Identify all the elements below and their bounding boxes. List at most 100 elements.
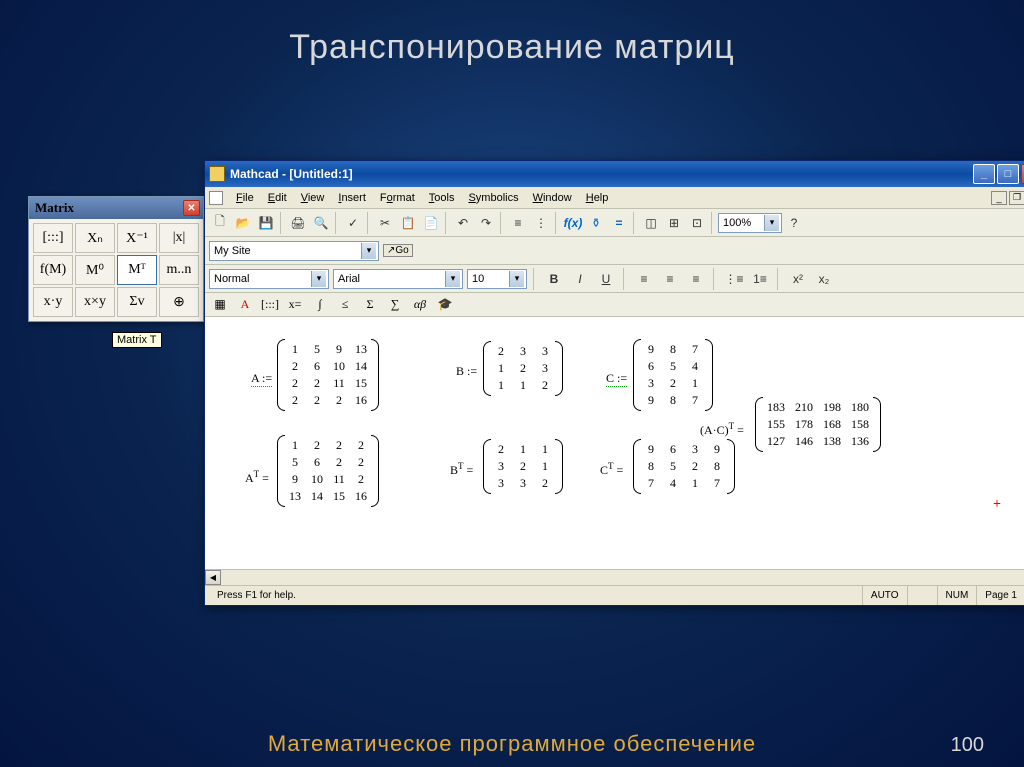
matrix-BT[interactable]: 211321332 xyxy=(483,439,563,494)
italic-button[interactable]: I xyxy=(569,268,591,290)
matrix-toolbox-window: Matrix ✕ [:::] Xₙ X⁻¹ |x| f(M) M⁰ Mᵀ m..… xyxy=(28,196,204,322)
menu-symbolics[interactable]: Symbolics xyxy=(461,190,525,206)
undo-button[interactable]: ↶ xyxy=(452,212,474,234)
align-right-button[interactable]: ≡ xyxy=(685,268,707,290)
matrix-CT[interactable]: 963985287417 xyxy=(633,439,735,494)
subscript-fmt-button[interactable]: x₂ xyxy=(813,268,835,290)
titlebar[interactable]: Mathcad - [Untitled:1] _ □ ✕ xyxy=(205,161,1024,187)
copy-button[interactable]: 📋 xyxy=(397,212,419,234)
redo-button[interactable]: ↷ xyxy=(475,212,497,234)
minimize-button[interactable]: _ xyxy=(973,164,995,184)
sum-button[interactable]: Σv xyxy=(117,287,157,317)
go-button[interactable]: ↗Go xyxy=(383,244,413,257)
unit-button[interactable]: ⚱ xyxy=(585,212,607,234)
align-left-button[interactable]: ≡ xyxy=(633,268,655,290)
calculator-icon[interactable]: ▦ xyxy=(209,295,231,315)
matrix-AC[interactable]: 183210198180155178168158127146138136 xyxy=(755,397,881,452)
menu-tools[interactable]: Tools xyxy=(422,190,462,206)
symbolic-icon[interactable]: 🎓 xyxy=(434,295,456,315)
transpose-button[interactable]: Mᵀ xyxy=(117,255,157,285)
label-AT: AT = xyxy=(245,469,269,486)
status-auto: AUTO xyxy=(862,586,907,605)
matrix-toolbox-titlebar[interactable]: Matrix ✕ xyxy=(29,197,203,219)
menu-file[interactable]: File xyxy=(229,190,261,206)
prog-icon[interactable]: ∑ xyxy=(384,295,406,315)
mdi-minimize-button[interactable]: _ xyxy=(991,191,1007,205)
scroll-left-icon[interactable]: ◀ xyxy=(205,570,221,585)
help-button[interactable]: ? xyxy=(783,212,805,234)
matrix-toolbox-grid: [:::] Xₙ X⁻¹ |x| f(M) M⁰ Mᵀ m..n x·y x×y… xyxy=(29,219,203,321)
label-AC: (A·C)T = xyxy=(700,421,744,438)
preview-button[interactable]: 🔍 xyxy=(310,212,332,234)
inverse-button[interactable]: X⁻¹ xyxy=(117,223,157,253)
close-icon[interactable]: ✕ xyxy=(183,200,200,216)
slide-footer: Математическое программное обеспечение xyxy=(0,731,1024,757)
cut-button[interactable]: ✂ xyxy=(374,212,396,234)
site-combo[interactable]: My Site xyxy=(209,241,379,261)
align-button[interactable]: ≡ xyxy=(507,212,529,234)
matrix-B[interactable]: 233123112 xyxy=(483,341,563,396)
bullets-button[interactable]: ⋮≡ xyxy=(723,268,745,290)
matrix-toolbox-title: Matrix xyxy=(35,200,74,216)
matrix-A[interactable]: 1591326101422111522216 xyxy=(277,339,379,411)
vectorize-button[interactable]: f(M) xyxy=(33,255,73,285)
font-combo[interactable]: Arial xyxy=(333,269,463,289)
nav-toolbar: My Site ↗Go xyxy=(205,237,1024,265)
dot-product-button[interactable]: x·y xyxy=(33,287,73,317)
menu-view[interactable]: View xyxy=(294,190,332,206)
style-combo[interactable]: Normal xyxy=(209,269,329,289)
open-button[interactable]: 📂 xyxy=(232,212,254,234)
paste-button[interactable]: 📄 xyxy=(420,212,442,234)
column-button[interactable]: M⁰ xyxy=(75,255,115,285)
matrix-AT[interactable]: 1222562291011213141516 xyxy=(277,435,379,507)
horizontal-scrollbar[interactable]: ◀ ▶ xyxy=(205,569,1024,585)
worksheet[interactable]: A := 1591326101422111522216 B := 2331231… xyxy=(205,317,1024,569)
label-CT: CT = xyxy=(600,461,623,478)
bold-button[interactable]: B xyxy=(543,268,565,290)
menu-help[interactable]: Help xyxy=(579,190,616,206)
align-center-button[interactable]: ≡ xyxy=(659,268,681,290)
range-button[interactable]: m..n xyxy=(159,255,199,285)
menu-window[interactable]: Window xyxy=(526,190,579,206)
numbering-button[interactable]: 1≡ xyxy=(749,268,771,290)
menu-insert[interactable]: Insert xyxy=(331,190,373,206)
determinant-button[interactable]: |x| xyxy=(159,223,199,253)
status-help: Press F1 for help. xyxy=(209,586,862,605)
ref-button[interactable]: ⊡ xyxy=(686,212,708,234)
menu-format[interactable]: Format xyxy=(373,190,422,206)
size-combo[interactable]: 10 xyxy=(467,269,527,289)
calc3-icon[interactable]: Σ xyxy=(359,295,381,315)
matrix-icon[interactable]: [:::] xyxy=(259,295,281,315)
function-button[interactable]: f(x) xyxy=(562,212,584,234)
mdi-restore-button[interactable]: ❐ xyxy=(1009,191,1024,205)
status-num: NUM xyxy=(937,586,977,605)
greek-icon[interactable]: αβ xyxy=(409,295,431,315)
picture-button[interactable]: ⊕ xyxy=(159,287,199,317)
menu-edit[interactable]: Edit xyxy=(261,190,294,206)
superscript-button[interactable]: x² xyxy=(787,268,809,290)
maximize-button[interactable]: □ xyxy=(997,164,1019,184)
tooltip: Matrix T xyxy=(112,332,162,348)
print-button[interactable]: 🖨 xyxy=(287,212,309,234)
save-button[interactable]: 💾 xyxy=(255,212,277,234)
graph-icon[interactable]: A xyxy=(234,295,256,315)
cross-product-button[interactable]: x×y xyxy=(75,287,115,317)
label-C: C := xyxy=(606,371,627,387)
underline-button[interactable]: U xyxy=(595,268,617,290)
calc2-icon[interactable]: ≤ xyxy=(334,295,356,315)
calc1-icon[interactable]: ∫ xyxy=(309,295,331,315)
align2-button[interactable]: ⋮ xyxy=(530,212,552,234)
slide-title: Транспонирование матриц xyxy=(0,0,1024,67)
insertion-cursor: + xyxy=(993,497,1001,513)
new-button[interactable]: 🗋 xyxy=(209,212,231,234)
format-toolbar: Normal Arial 10 B I U ≡ ≡ ≡ ⋮≡ 1≡ x² x₂ xyxy=(205,265,1024,293)
component-button[interactable]: ◫ xyxy=(640,212,662,234)
subscript-button[interactable]: Xₙ xyxy=(75,223,115,253)
spellcheck-button[interactable]: ✓ xyxy=(342,212,364,234)
matrix-C[interactable]: 987654321987 xyxy=(633,339,713,411)
insert-button[interactable]: ⊞ xyxy=(663,212,685,234)
matrix-insert-button[interactable]: [:::] xyxy=(33,223,73,253)
zoom-combo[interactable]: 100% xyxy=(718,213,782,233)
eval-icon[interactable]: x= xyxy=(284,295,306,315)
calculate-button[interactable]: = xyxy=(608,212,630,234)
